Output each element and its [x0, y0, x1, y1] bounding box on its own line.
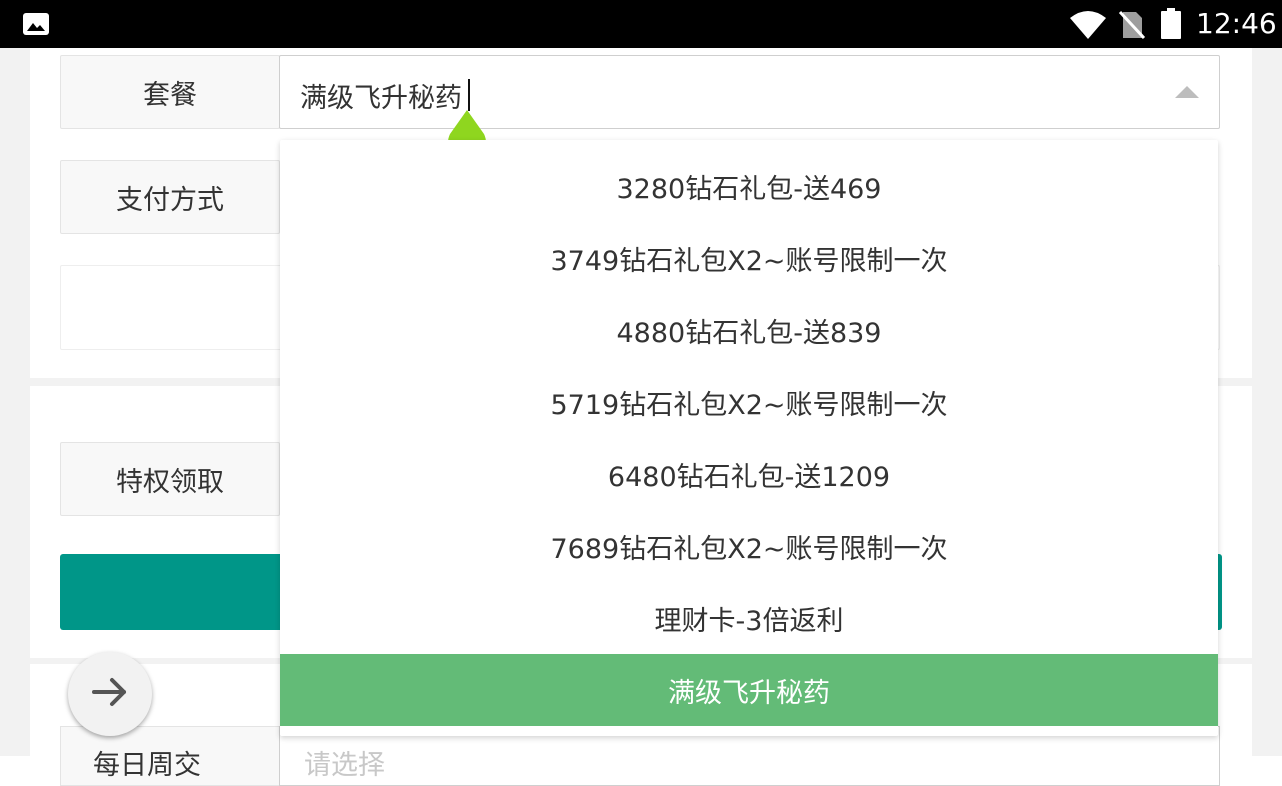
status-bar: 12:46: [0, 0, 1282, 48]
battery-icon: [1160, 8, 1182, 44]
no-sim-icon: [1118, 10, 1146, 44]
weekly-label: 每日周交: [60, 726, 280, 786]
dropdown-option[interactable]: 5719钻石礼包X2~账号限制一次: [280, 366, 1218, 438]
dropdown-option[interactable]: 理财卡-3倍返利: [280, 582, 1218, 654]
payment-method-label: 支付方式: [60, 160, 280, 234]
package-select-value: 满级飞升秘药: [300, 83, 462, 114]
package-label: 套餐: [60, 55, 280, 129]
dropdown-option[interactable]: 6480钻石礼包-送1209: [280, 438, 1218, 510]
dropdown-option[interactable]: 7689钻石礼包X2~账号限制一次: [280, 510, 1218, 582]
dropdown-option[interactable]: 3749钻石礼包X2~账号限制一次: [280, 222, 1218, 294]
chevron-up-icon[interactable]: [1175, 86, 1199, 98]
package-dropdown: 3280钻石礼包-送469 3749钻石礼包X2~账号限制一次 4880钻石礼包…: [280, 140, 1218, 736]
forward-button[interactable]: [68, 652, 152, 736]
package-select[interactable]: 满级飞升秘药: [279, 55, 1220, 129]
wifi-icon: [1068, 10, 1108, 44]
image-icon: [22, 12, 50, 40]
dropdown-option[interactable]: 4880钻石礼包-送839: [280, 294, 1218, 366]
text-caret: [468, 79, 470, 111]
arrow-right-icon: [90, 672, 130, 716]
dropdown-option[interactable]: 3280钻石礼包-送469: [280, 150, 1218, 222]
status-clock: 12:46: [1196, 7, 1277, 40]
dropdown-option-selected[interactable]: 满级飞升秘药: [280, 654, 1218, 726]
privilege-label: 特权领取: [60, 442, 280, 516]
